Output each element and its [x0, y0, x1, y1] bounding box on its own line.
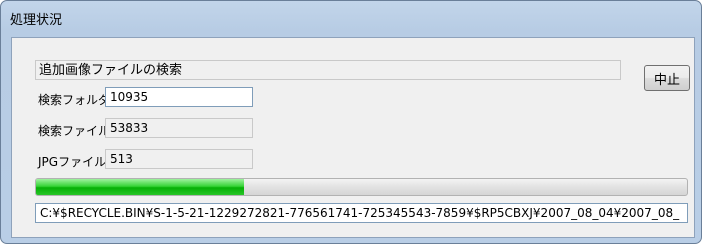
progress-bar-fill	[36, 179, 245, 195]
searched-folders-count[interactable]: 10935	[105, 87, 253, 107]
title-bar[interactable]: 処理状況	[1, 1, 701, 31]
stop-button[interactable]: 中止	[644, 65, 690, 91]
progress-dialog-window: 処理状況 追加画像ファイルの検索 中止 検索フォルダ数 10935 検索ファイル…	[0, 0, 702, 244]
window-title: 処理状況	[10, 13, 63, 28]
jpg-files-count: 513	[105, 149, 253, 169]
progress-bar	[35, 178, 688, 196]
searched-files-count: 53833	[105, 118, 253, 138]
current-path-field[interactable]: C:¥$RECYCLE.BIN¥S-1-5-21-1229272821-7765…	[35, 203, 688, 223]
status-text: 追加画像ファイルの検索	[35, 60, 621, 80]
dialog-content: 追加画像ファイルの検索 中止 検索フォルダ数 10935 検索ファイル数 538…	[11, 37, 695, 238]
